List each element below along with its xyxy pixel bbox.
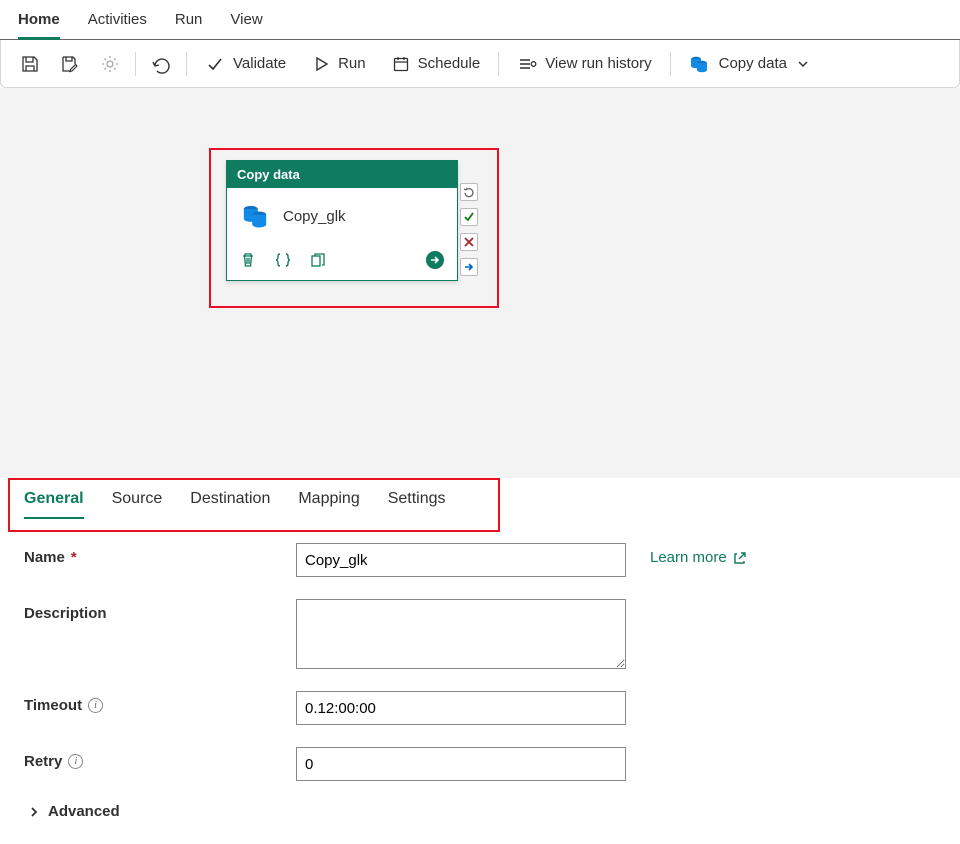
handle-fail[interactable] [460, 233, 478, 251]
tab-activities[interactable]: Activities [88, 0, 147, 39]
pipeline-canvas[interactable]: Copy data Copy_glk [0, 88, 960, 478]
retry-label: Retry i [24, 747, 280, 770]
redo-icon [462, 185, 476, 199]
toolbar-separator [135, 52, 136, 76]
braces-icon [273, 251, 293, 269]
check-icon [462, 210, 476, 224]
name-label: Name* [24, 543, 280, 566]
save-icon [20, 54, 40, 74]
play-icon [312, 55, 330, 73]
history-icon [517, 55, 537, 73]
timeout-label: Timeout i [24, 691, 280, 714]
database-icon [689, 54, 709, 74]
run-button[interactable]: Run [302, 47, 376, 81]
view-history-button[interactable]: View run history [507, 47, 661, 81]
trash-icon [239, 251, 257, 269]
schedule-label: Schedule [418, 55, 481, 72]
handle-success[interactable] [460, 208, 478, 226]
copy-icon [309, 251, 327, 269]
external-link-icon [733, 551, 747, 565]
chevron-down-icon [797, 58, 809, 70]
activity-node-header: Copy data [227, 161, 457, 188]
tab-source[interactable]: Source [112, 490, 163, 518]
save-as-icon [60, 54, 80, 74]
copy-data-button[interactable]: Copy data [679, 47, 819, 81]
description-input[interactable] [296, 599, 626, 669]
retry-input[interactable] [296, 747, 626, 781]
undo-icon [150, 53, 172, 75]
timeout-input[interactable] [296, 691, 626, 725]
required-indicator: * [71, 549, 77, 566]
database-icon [241, 202, 269, 230]
activity-node-copy-data[interactable]: Copy data Copy_glk [226, 160, 458, 281]
go-activity-button[interactable] [425, 250, 445, 270]
schedule-button[interactable]: Schedule [382, 47, 491, 81]
info-icon[interactable]: i [68, 754, 83, 769]
detail-tabs-container: General Source Destination Mapping Setti… [0, 478, 960, 519]
validate-button[interactable]: Validate [195, 47, 296, 81]
undo-button[interactable] [144, 47, 178, 81]
learn-more-link[interactable]: Learn more [650, 543, 747, 566]
arrow-right-icon [462, 260, 476, 274]
check-icon [205, 54, 225, 74]
toolbar-separator [186, 52, 187, 76]
description-label: Description [24, 599, 280, 622]
detail-tabs: General Source Destination Mapping Setti… [0, 478, 960, 519]
view-history-label: View run history [545, 55, 651, 72]
settings-button[interactable] [93, 47, 127, 81]
activity-node-footer [227, 244, 457, 280]
x-icon [462, 235, 476, 249]
copy-data-label: Copy data [719, 55, 787, 72]
arrow-circle-icon [425, 250, 445, 270]
gear-icon [100, 54, 120, 74]
tab-general[interactable]: General [24, 490, 84, 518]
tab-settings[interactable]: Settings [388, 490, 446, 518]
chevron-right-icon [28, 806, 40, 818]
delete-activity-button[interactable] [239, 251, 257, 269]
handle-retry[interactable] [460, 183, 478, 201]
tab-mapping[interactable]: Mapping [298, 490, 359, 518]
activity-node-body: Copy_glk [227, 188, 457, 244]
tab-destination[interactable]: Destination [190, 490, 270, 518]
code-activity-button[interactable] [273, 251, 293, 269]
info-icon[interactable]: i [88, 698, 103, 713]
name-input[interactable] [296, 543, 626, 577]
tab-run[interactable]: Run [175, 0, 203, 39]
save-button[interactable] [13, 47, 47, 81]
node-output-handles [460, 183, 480, 276]
clone-activity-button[interactable] [309, 251, 327, 269]
run-label: Run [338, 55, 366, 72]
top-nav: Home Activities Run View [0, 0, 960, 40]
tab-home[interactable]: Home [18, 0, 60, 39]
save-as-button[interactable] [53, 47, 87, 81]
handle-completion[interactable] [460, 258, 478, 276]
general-form: Name* Learn more Description Timeout i R… [0, 519, 960, 844]
advanced-toggle[interactable]: Advanced [24, 803, 936, 820]
toolbar: Validate Run Schedule View run history C… [0, 40, 960, 88]
toolbar-separator [498, 52, 499, 76]
validate-label: Validate [233, 55, 286, 72]
tab-view[interactable]: View [230, 0, 262, 39]
toolbar-separator [670, 52, 671, 76]
calendar-icon [392, 55, 410, 73]
activity-node-title: Copy_glk [283, 208, 346, 225]
